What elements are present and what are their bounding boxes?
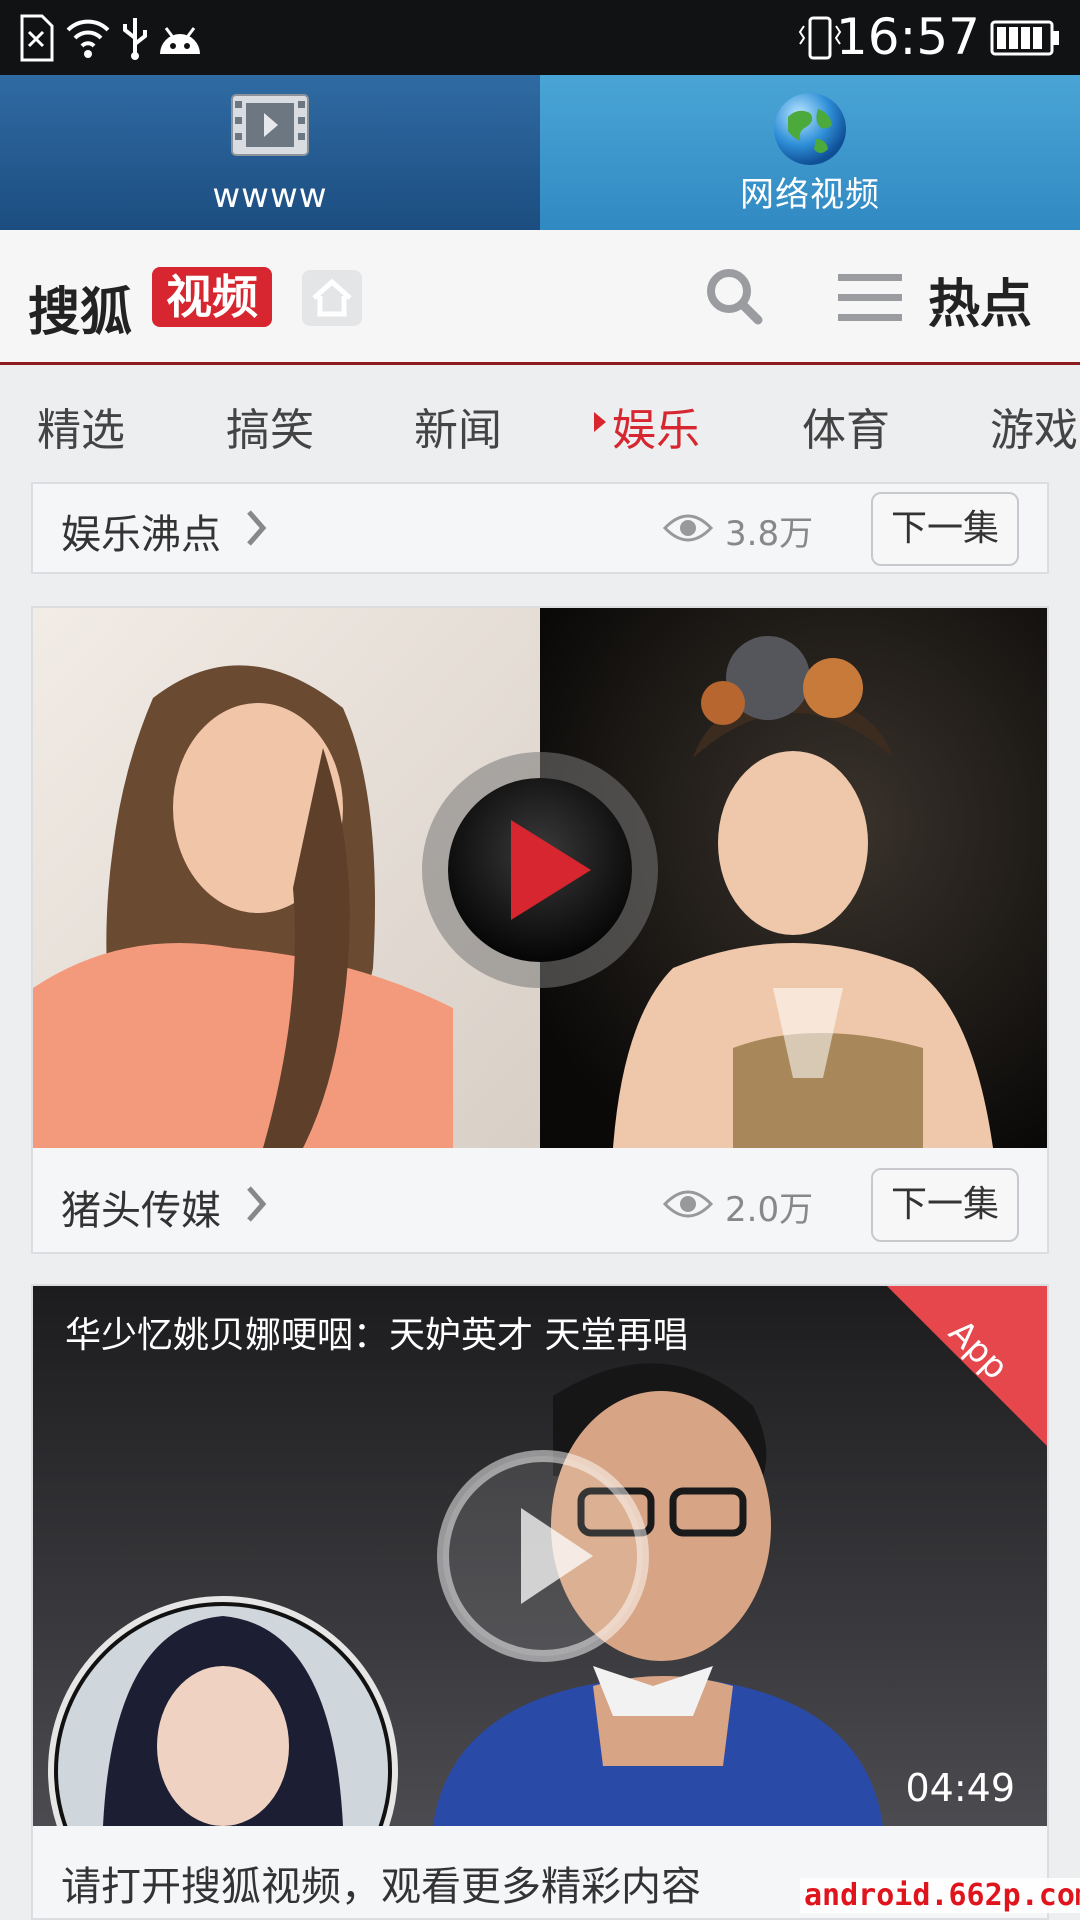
clock: 16:57 bbox=[835, 8, 980, 66]
tab-web-video[interactable]: 网络视频 bbox=[540, 75, 1080, 230]
watermark: android.662p.com bbox=[800, 1878, 1080, 1913]
view-count: 2.0万 bbox=[725, 1190, 814, 1230]
tab-label: wwww bbox=[212, 176, 328, 216]
site-header: 搜狐 视频 热点 bbox=[0, 230, 1080, 365]
video-thumbnail[interactable]: 华少忆姚贝娜哽咽：天妒英才 天堂再唱 App 04:49 bbox=[33, 1286, 1047, 1826]
eye-icon bbox=[663, 1190, 713, 1218]
android-debug-icon bbox=[160, 27, 200, 54]
globe-icon bbox=[774, 93, 846, 165]
category-tabs: 精选 搞笑 新闻 娱乐 体育 游戏 bbox=[0, 368, 1080, 478]
film-icon bbox=[231, 94, 309, 156]
status-bar: 16:57 bbox=[0, 0, 1080, 75]
active-arrow-icon bbox=[594, 412, 606, 432]
tab-news[interactable]: 新闻 bbox=[414, 394, 502, 458]
video-title: 华少忆姚贝娜哽咽：天妒英才 天堂再唱 bbox=[65, 1315, 689, 1356]
tab-featured[interactable]: 精选 bbox=[37, 394, 125, 458]
thumbnail-image bbox=[33, 608, 1047, 1148]
wifi-icon bbox=[66, 19, 110, 58]
battery-icon bbox=[990, 20, 1059, 56]
next-episode-button[interactable]: 下一集 bbox=[871, 492, 1019, 566]
tab-games[interactable]: 游戏 bbox=[990, 394, 1078, 458]
app-promo-card: 华少忆姚贝娜哽咽：天妒英才 天堂再唱 App 04:49 请打开搜狐视频，观看更… bbox=[31, 1284, 1049, 1920]
video-card: 猪头传媒 2.0万 下一集 bbox=[31, 606, 1049, 1254]
eye-icon bbox=[663, 514, 713, 542]
video-card: 娱乐沸点 3.8万 下一集 bbox=[31, 482, 1049, 574]
video-thumbnail[interactable] bbox=[33, 608, 1047, 1148]
tab-label: 网络视频 bbox=[740, 175, 880, 215]
browser-tabs: wwww 网络视频 bbox=[0, 75, 1080, 230]
tab-funny[interactable]: 搞笑 bbox=[226, 394, 314, 458]
source-name[interactable]: 娱乐沸点 bbox=[61, 502, 221, 560]
next-episode-button[interactable]: 下一集 bbox=[871, 1168, 1019, 1242]
app-prompt[interactable]: 请打开搜狐视频，观看更多精彩内容 bbox=[61, 1854, 701, 1912]
video-duration: 04:49 bbox=[905, 1766, 1015, 1810]
home-icon[interactable] bbox=[300, 268, 364, 328]
source-name[interactable]: 猪头传媒 bbox=[61, 1178, 221, 1236]
tab-wwww[interactable]: wwww bbox=[0, 75, 540, 230]
card-info-row: 猪头传媒 2.0万 下一集 bbox=[33, 1160, 1047, 1252]
view-count: 3.8万 bbox=[725, 514, 814, 554]
usb-icon bbox=[123, 18, 147, 60]
tab-sports[interactable]: 体育 bbox=[802, 394, 890, 458]
tab-entertainment[interactable]: 娱乐 bbox=[594, 394, 700, 458]
card-info-row: 娱乐沸点 3.8万 下一集 bbox=[33, 484, 1047, 576]
search-icon[interactable] bbox=[704, 266, 764, 326]
chevron-right-icon[interactable] bbox=[241, 506, 271, 550]
menu-icon[interactable] bbox=[836, 272, 904, 324]
tab-label: 娱乐 bbox=[612, 405, 700, 456]
chevron-right-icon[interactable] bbox=[241, 1182, 271, 1226]
logo-badge: 视频 bbox=[152, 267, 272, 327]
logo-text: 搜狐 bbox=[28, 282, 133, 343]
sim-card-icon bbox=[20, 14, 54, 62]
hot-label[interactable]: 热点 bbox=[928, 262, 1032, 337]
thumbnail-image bbox=[33, 1286, 1047, 1826]
